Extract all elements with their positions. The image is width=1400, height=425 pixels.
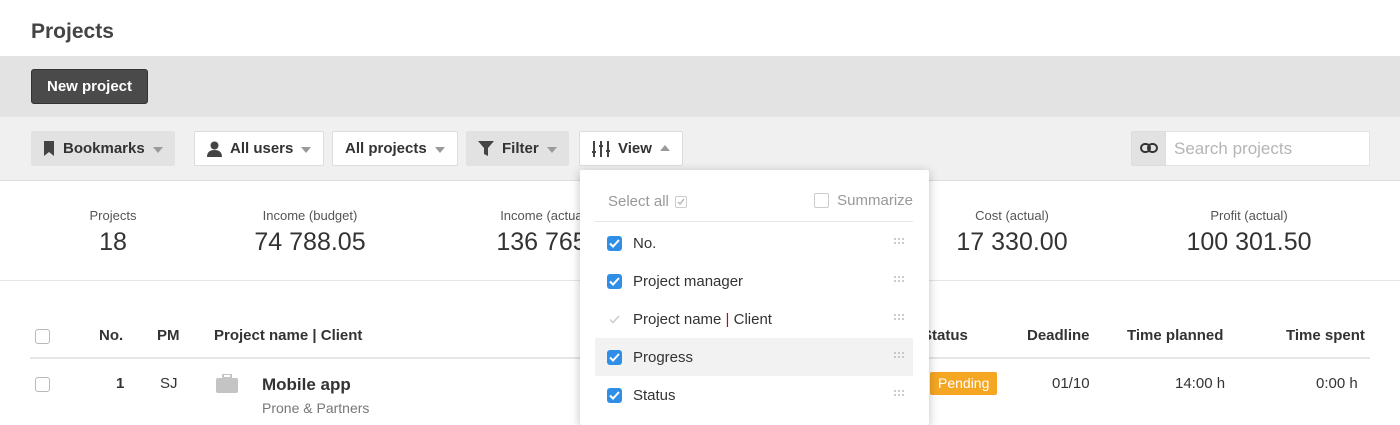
stat-label: Projects (89, 208, 137, 223)
all-users-dropdown[interactable]: All users (194, 131, 325, 166)
column-pm[interactable]: PM (157, 327, 180, 344)
checkmark-icon (609, 276, 620, 286)
filter-label: Filter (502, 140, 539, 157)
action-bar: New project (0, 56, 1400, 117)
separator: | (725, 310, 730, 328)
drag-handle-icon[interactable] (893, 237, 905, 245)
stat-value: 18 (99, 228, 127, 256)
select-all-checkbox[interactable] (674, 195, 687, 208)
select-all-columns[interactable]: Select all (608, 193, 687, 210)
row-deadline: 01/10 (1052, 375, 1090, 392)
stat-label: Profit (actual) (1210, 208, 1288, 223)
copy-link-button[interactable] (1131, 131, 1166, 166)
view-dropdown[interactable]: View (579, 131, 683, 166)
all-projects-label: All projects (345, 140, 427, 157)
client-name: Prone & Partners (262, 400, 370, 416)
column-project-name[interactable]: Project name | Client (214, 327, 362, 344)
search-input[interactable] (1166, 131, 1370, 166)
drag-handle-icon[interactable] (893, 351, 905, 359)
column-option-label: Progress (633, 348, 694, 366)
select-all-rows-checkbox[interactable] (35, 329, 50, 344)
checkmark-icon (677, 198, 685, 205)
page-header: Projects (0, 0, 1400, 56)
checkmark-icon (609, 238, 620, 248)
column-option-project-manager[interactable]: Project manager (595, 262, 913, 300)
row-checkbox[interactable] (35, 377, 50, 392)
view-columns-menu: Select all Summarize No. Project manager… (580, 170, 929, 425)
column-option-no[interactable]: No. (595, 224, 913, 262)
stat-cost-actual: Cost (actual) 17 330.00 (956, 208, 1067, 257)
page-title: Projects (31, 20, 114, 43)
row-time-spent: 0:00 h (1316, 375, 1358, 392)
column-option-project-name[interactable]: Project name | Client (595, 300, 913, 338)
column-checkbox-locked (607, 312, 622, 327)
sliders-icon (592, 140, 610, 157)
bookmarks-label: Bookmarks (63, 140, 145, 157)
column-option-progress[interactable]: Progress (595, 338, 913, 376)
stat-label: Income (budget) (262, 208, 358, 223)
chevron-up-icon (659, 144, 670, 151)
chevron-down-icon (546, 146, 557, 153)
stat-label: Cost (actual) (975, 208, 1049, 223)
stat-projects: Projects 18 (90, 208, 137, 257)
summarize-toggle[interactable]: Summarize (814, 192, 913, 209)
bookmarks-dropdown[interactable]: Bookmarks (31, 131, 175, 166)
summarize-label: Summarize (837, 192, 913, 209)
column-deadline[interactable]: Deadline (1027, 327, 1090, 344)
checkmark-icon (609, 352, 620, 362)
summarize-checkbox[interactable] (814, 193, 830, 208)
stat-value: 74 788.05 (254, 228, 366, 256)
bookmark-icon (43, 141, 55, 156)
new-project-button[interactable]: New project (31, 69, 149, 104)
view-label: View (618, 140, 652, 157)
drag-handle-icon[interactable] (893, 313, 905, 321)
row-number: 1 (116, 375, 125, 392)
stat-profit-actual: Profit (actual) 100 301.50 (1186, 208, 1311, 257)
column-option-label: Project name | Client (633, 311, 772, 328)
funnel-icon (478, 141, 494, 156)
row-time-planned: 14:00 h (1175, 375, 1226, 392)
all-projects-dropdown[interactable]: All projects (332, 131, 458, 166)
column-time-spent[interactable]: Time spent (1286, 327, 1365, 344)
column-option-label: Status (633, 386, 676, 404)
checkmark-icon (609, 390, 620, 400)
all-users-label: All users (230, 140, 294, 157)
briefcase-icon (216, 373, 238, 398)
stat-value: 17 330.00 (956, 228, 1068, 256)
view-menu-header: Select all Summarize (595, 170, 913, 222)
project-name-link[interactable]: Mobile app (262, 375, 351, 395)
stat-value: 100 301.50 (1186, 228, 1312, 256)
column-option-label-part: Project name (633, 310, 722, 328)
column-option-label: Project manager (633, 272, 744, 290)
column-option-status[interactable]: Status (595, 376, 913, 414)
column-no[interactable]: No. (99, 327, 123, 344)
drag-handle-icon[interactable] (893, 389, 905, 397)
user-icon (207, 141, 222, 157)
chevron-down-icon (301, 146, 312, 153)
column-option-label-part: Client (733, 310, 772, 328)
link-icon (1139, 140, 1158, 158)
checkmark-icon (609, 314, 620, 324)
column-checkbox[interactable] (607, 273, 622, 289)
row-pm: SJ (160, 375, 178, 392)
column-checkbox[interactable] (607, 235, 622, 251)
column-time-planned[interactable]: Time planned (1127, 327, 1223, 344)
status-badge: Pending (930, 372, 998, 395)
chevron-down-icon (434, 146, 445, 153)
column-checkbox[interactable] (607, 349, 622, 365)
chevron-down-icon (152, 146, 163, 153)
column-checkbox[interactable] (607, 387, 622, 403)
filter-dropdown[interactable]: Filter (466, 131, 569, 166)
drag-handle-icon[interactable] (893, 275, 905, 283)
column-option-label: No. (633, 234, 657, 252)
stat-income-budget: Income (budget) 74 788.05 (254, 208, 365, 257)
select-all-label: Select all (608, 193, 669, 210)
